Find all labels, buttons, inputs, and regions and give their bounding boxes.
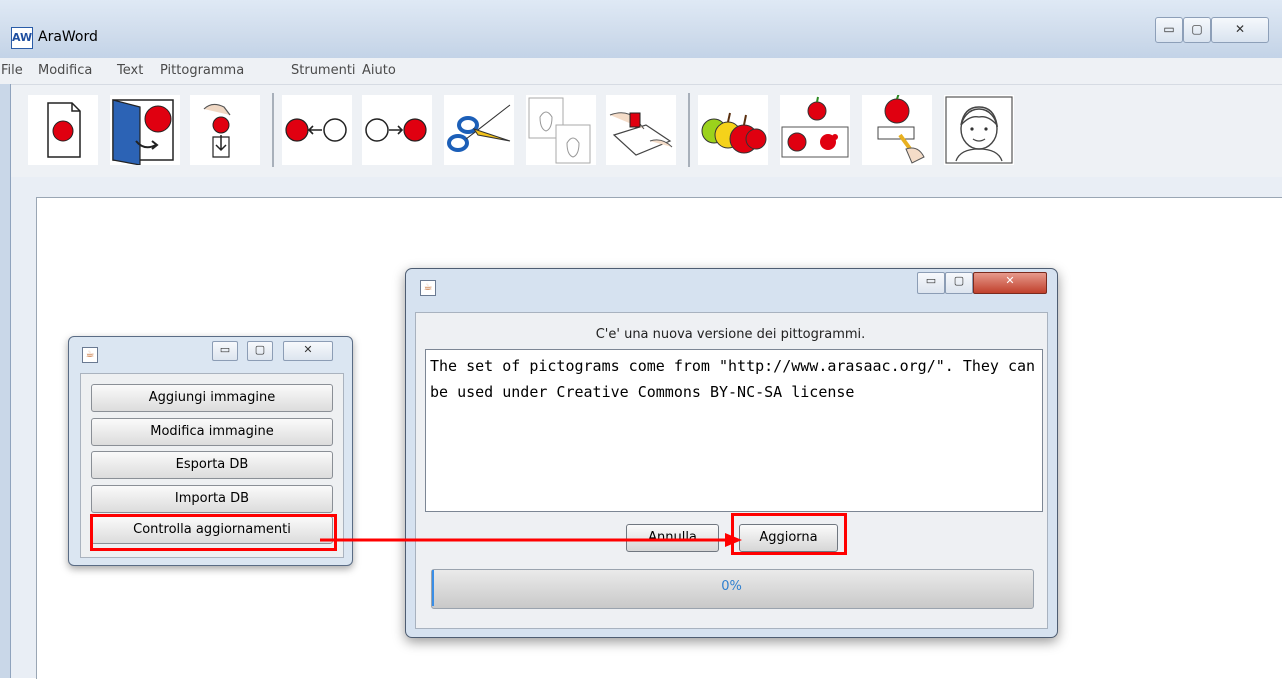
dialog-minimize-button[interactable]: ▭ bbox=[212, 341, 238, 361]
menu-pittogramma[interactable]: Pittogramma bbox=[160, 63, 244, 78]
minimize-icon: ▭ bbox=[1163, 22, 1175, 36]
import-db-button[interactable]: Importa DB bbox=[91, 485, 333, 513]
next-pictogram-button[interactable] bbox=[362, 95, 432, 165]
update-minimize-button[interactable]: ▭ bbox=[917, 272, 945, 294]
paste-button[interactable] bbox=[606, 95, 676, 165]
next-pictogram-icon bbox=[365, 118, 427, 142]
minimize-icon: ▭ bbox=[219, 343, 231, 356]
app-icon: AW bbox=[11, 27, 33, 49]
window-title: AraWord bbox=[38, 29, 98, 45]
annotation-arrow bbox=[320, 533, 742, 547]
minimize-button[interactable]: ▭ bbox=[1155, 17, 1183, 43]
new-document-button[interactable] bbox=[28, 95, 98, 165]
copy-button[interactable] bbox=[526, 95, 596, 165]
progress-percent: 0% bbox=[721, 579, 742, 594]
edit-pictogram-icon bbox=[877, 92, 925, 164]
close-button[interactable]: ✕ bbox=[1211, 17, 1269, 43]
user-icon bbox=[945, 96, 1013, 164]
java-icon: ☕ bbox=[82, 347, 98, 363]
pictogram-sizes-button[interactable] bbox=[780, 95, 850, 165]
menu-aiuto[interactable]: Aiuto bbox=[362, 63, 396, 78]
export-db-button[interactable]: Esporta DB bbox=[91, 451, 333, 479]
menu-text[interactable]: Text bbox=[117, 63, 143, 78]
user-button[interactable] bbox=[944, 95, 1014, 165]
dialog-maximize-button[interactable]: ▢ bbox=[247, 341, 273, 361]
update-message: C'e' una nuova versione dei pittogrammi. bbox=[595, 327, 866, 342]
maximize-button[interactable]: ▢ bbox=[1183, 17, 1211, 43]
menu-strumenti[interactable]: Strumenti bbox=[291, 63, 356, 78]
pictogram-sizes-icon bbox=[781, 96, 849, 158]
close-icon: ✕ bbox=[303, 343, 313, 356]
maximize-icon: ▢ bbox=[1191, 22, 1203, 36]
change-pictogram-icon bbox=[701, 112, 767, 154]
update-maximize-button[interactable]: ▢ bbox=[945, 272, 973, 294]
update-close-button[interactable]: ✕ bbox=[973, 272, 1047, 294]
edit-pictogram-button[interactable] bbox=[862, 92, 932, 165]
menu-file[interactable]: File bbox=[1, 63, 23, 78]
window-frame-left bbox=[0, 84, 11, 678]
title-bar bbox=[0, 0, 1282, 58]
change-pictogram-button[interactable] bbox=[698, 95, 768, 165]
cut-button[interactable] bbox=[444, 95, 514, 165]
cut-icon bbox=[447, 104, 511, 152]
add-image-button[interactable]: Aggiungi immagine bbox=[91, 384, 333, 412]
paste-icon bbox=[609, 112, 673, 156]
menu-modifica[interactable]: Modifica bbox=[38, 63, 92, 78]
new-document-icon bbox=[47, 102, 81, 158]
maximize-icon: ▢ bbox=[953, 274, 965, 287]
license-text-area[interactable]: The set of pictograms come from "http://… bbox=[425, 349, 1043, 512]
edit-image-button[interactable]: Modifica immagine bbox=[91, 418, 333, 446]
close-icon: ✕ bbox=[1005, 274, 1015, 287]
toolbar-separator bbox=[688, 93, 690, 167]
minimize-icon: ▭ bbox=[925, 274, 937, 287]
maximize-icon: ▢ bbox=[254, 343, 266, 356]
previous-pictogram-icon bbox=[285, 118, 347, 142]
open-button[interactable] bbox=[110, 95, 180, 166]
open-icon bbox=[112, 99, 174, 166]
dialog-close-button[interactable]: ✕ bbox=[283, 341, 333, 361]
copy-icon bbox=[528, 97, 591, 164]
toolbar-separator bbox=[272, 93, 274, 167]
save-icon bbox=[203, 103, 231, 158]
java-icon: ☕ bbox=[420, 280, 436, 296]
close-icon: ✕ bbox=[1234, 22, 1246, 36]
previous-pictogram-button[interactable] bbox=[282, 95, 352, 165]
save-button[interactable] bbox=[190, 95, 260, 165]
highlight-check-updates bbox=[90, 514, 337, 551]
